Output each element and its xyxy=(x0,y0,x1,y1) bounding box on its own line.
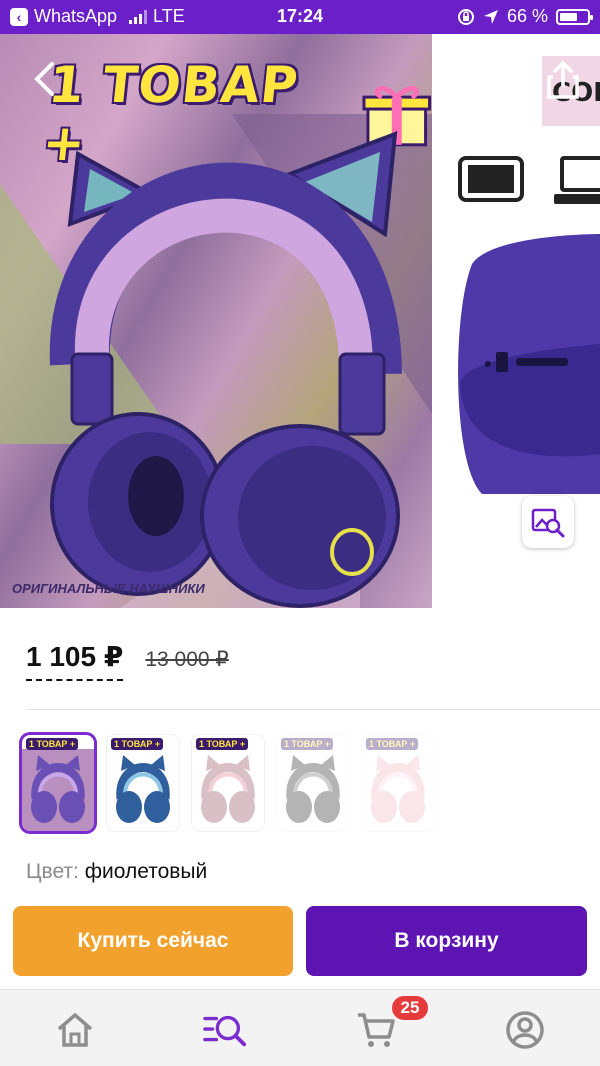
tab-profile[interactable] xyxy=(503,1008,547,1052)
location-icon xyxy=(483,9,498,24)
back-button[interactable] xyxy=(20,54,70,104)
thumb-promo-label: 1 ТОВАР + xyxy=(281,738,334,750)
color-variant-thumb[interactable]: 1 ТОВАР + xyxy=(192,735,264,831)
laptop-icon xyxy=(554,156,600,204)
tablet-icon xyxy=(458,156,524,202)
product-gallery[interactable]: 1 ТОВАР + ОРИГИНАЛЬНЫЕ НАУШНИКИ СО xyxy=(0,34,600,608)
heart-icon xyxy=(463,66,497,98)
product-image-main[interactable]: 1 ТОВАР + ОРИГИНАЛЬНЫЕ НАУШНИКИ xyxy=(0,34,432,608)
headphone-cup-detail xyxy=(458,234,600,494)
battery-icon xyxy=(556,8,593,25)
share-icon xyxy=(547,60,579,99)
status-bar: ‹ WhatsApp LTE 17:24 66 % xyxy=(0,0,600,34)
color-value: фиолетовый xyxy=(84,860,208,883)
divider xyxy=(26,709,600,710)
share-button[interactable] xyxy=(538,54,588,104)
rotation-lock-icon xyxy=(457,8,474,25)
color-variant-thumb[interactable]: 1 ТОВАР + xyxy=(362,735,434,831)
home-icon xyxy=(57,1013,93,1047)
action-bar: Купить сейчас В корзину xyxy=(0,897,600,989)
back-chevron-icon xyxy=(34,62,54,96)
favorite-button[interactable] xyxy=(455,56,505,106)
color-label: Цвет: xyxy=(26,860,79,883)
thumb-promo-label: 1 ТОВАР + xyxy=(26,738,79,750)
product-image-next[interactable]: СОВ xyxy=(432,34,600,608)
cart-icon xyxy=(358,1013,395,1047)
price-row: 1 105 ₽ 13 000 ₽ xyxy=(26,640,229,681)
catalog-search-icon xyxy=(203,1015,247,1047)
image-caption: ОРИГИНАЛЬНЫЕ НАУШНИКИ xyxy=(12,581,205,596)
old-price: 13 000 ₽ xyxy=(145,648,229,671)
tab-bar: 25 xyxy=(0,989,600,1066)
image-search-button[interactable] xyxy=(522,496,574,548)
buy-now-button[interactable]: Купить сейчас xyxy=(13,906,293,976)
color-variants: 1 ТОВАР + 1 ТОВАР + 1 ТОВАР + 1 ТОВАР + 1 ТО… xyxy=(22,735,434,831)
color-variant-thumb[interactable]: 1 ТОВАР + xyxy=(107,735,179,831)
profile-icon xyxy=(506,1011,544,1049)
image-search-icon xyxy=(531,508,565,538)
battery-percent: 66 % xyxy=(506,6,548,26)
current-price[interactable]: 1 105 ₽ xyxy=(26,640,124,681)
headphones-illustration xyxy=(49,130,402,608)
color-variant-thumb[interactable]: 1 ТОВАР + xyxy=(22,735,94,831)
color-variant-thumb[interactable]: 1 ТОВАР + xyxy=(277,735,349,831)
cart-badge: 25 xyxy=(390,994,430,1022)
thumb-promo-label: 1 ТОВАР + xyxy=(366,738,419,750)
tab-home[interactable] xyxy=(53,1008,97,1052)
status-right: 66 % xyxy=(457,6,593,27)
add-to-cart-button[interactable]: В корзину xyxy=(306,906,587,976)
thumb-promo-label: 1 ТОВАР + xyxy=(196,738,249,750)
color-row: Цвет: фиолетовый xyxy=(26,860,207,884)
thumb-promo-label: 1 ТОВАР + xyxy=(111,738,164,750)
tab-catalog[interactable] xyxy=(203,1008,247,1052)
